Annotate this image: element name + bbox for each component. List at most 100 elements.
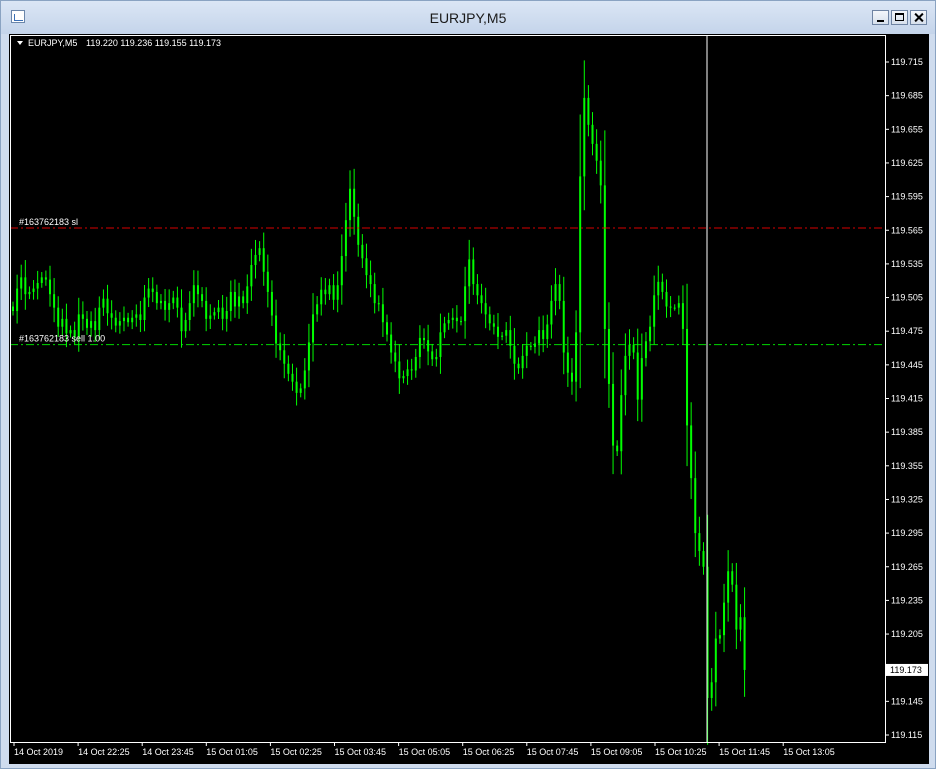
candle	[275, 299, 278, 358]
minimize-button[interactable]	[872, 10, 889, 25]
candle	[390, 322, 393, 364]
candle	[616, 440, 619, 457]
candle	[423, 328, 425, 349]
x-tick-label: 15 Oct 03:45	[335, 747, 387, 757]
candle	[554, 268, 557, 316]
candle	[246, 274, 249, 314]
candle	[192, 270, 195, 317]
candle	[718, 629, 721, 644]
candle	[201, 287, 204, 308]
chart-window: EURJPY,M5 #163762183 sl #163762183 sell 1…	[0, 0, 936, 769]
candle	[242, 290, 245, 309]
y-tick-label: 119.145	[891, 696, 923, 706]
candle	[677, 295, 680, 315]
candle	[221, 294, 224, 331]
y-tick-label: 119.715	[891, 57, 923, 67]
candle	[669, 296, 672, 318]
candle	[468, 239, 471, 304]
candle	[505, 322, 508, 343]
candle	[690, 402, 693, 499]
candle	[164, 289, 167, 321]
candle	[579, 114, 582, 389]
candle	[229, 280, 232, 322]
candle	[739, 604, 742, 642]
candle	[32, 279, 35, 300]
candle	[410, 358, 413, 380]
window-title: EURJPY,M5	[429, 10, 507, 26]
maximize-button[interactable]	[891, 10, 908, 25]
chart-menu-arrow-icon[interactable]	[17, 41, 23, 45]
candle	[180, 289, 183, 348]
candle	[723, 583, 726, 653]
candle	[612, 352, 615, 475]
candle	[386, 314, 389, 342]
candle	[225, 296, 228, 332]
x-tick-label: 15 Oct 10:25	[655, 747, 707, 757]
candle	[632, 337, 635, 360]
y-tick-label: 119.655	[891, 124, 923, 134]
candle	[85, 311, 88, 335]
candle	[258, 241, 261, 262]
candle	[57, 296, 60, 337]
candle	[381, 287, 384, 337]
candle	[681, 285, 684, 345]
symbol-label: EURJPY,M5	[28, 38, 77, 48]
candle	[328, 278, 331, 301]
candle	[233, 279, 236, 318]
candle	[213, 307, 216, 320]
candle	[496, 313, 499, 350]
candle	[628, 329, 631, 370]
candle	[307, 323, 310, 388]
order-level-label: #163762183 sl	[19, 217, 78, 227]
candle	[266, 254, 269, 308]
candle	[209, 304, 212, 330]
y-tick-label: 119.205	[891, 629, 923, 639]
candle	[106, 284, 109, 326]
title-bar[interactable]: EURJPY,M5	[1, 1, 935, 34]
candle	[394, 340, 397, 373]
candle	[653, 275, 656, 345]
candle	[369, 260, 372, 298]
candle	[135, 304, 138, 327]
chart-area[interactable]: #163762183 sl #163762183 sell 1.00 119.71…	[9, 34, 929, 764]
price-chart[interactable]: #163762183 sl #163762183 sell 1.00 119.71…	[9, 34, 929, 764]
x-tick-label: 14 Oct 2019	[14, 747, 63, 757]
candle	[53, 278, 56, 323]
candle	[196, 270, 199, 308]
order-level-label: #163762183 sell 1.00	[19, 334, 105, 344]
x-tick-label: 15 Oct 02:25	[270, 747, 322, 757]
candle	[686, 283, 689, 467]
y-tick-label: 119.595	[891, 192, 923, 202]
close-button[interactable]	[910, 10, 927, 25]
candle	[48, 265, 51, 307]
candle	[217, 300, 220, 319]
candle	[118, 312, 121, 334]
candle	[36, 270, 39, 300]
candle	[455, 305, 458, 333]
candle	[357, 203, 360, 257]
candle	[599, 140, 602, 204]
candle	[139, 300, 142, 333]
plot-frame	[10, 35, 886, 743]
candle	[40, 272, 43, 288]
candle	[172, 290, 175, 310]
candle	[254, 239, 257, 279]
candle	[566, 336, 569, 387]
y-tick-label: 119.265	[891, 562, 923, 572]
candle	[731, 563, 734, 592]
candle	[587, 85, 590, 137]
candle	[694, 451, 697, 558]
y-tick-label: 119.475	[891, 326, 923, 336]
candle	[583, 60, 586, 211]
candle	[525, 332, 528, 369]
candle	[102, 289, 105, 316]
candle	[299, 383, 302, 398]
candle	[406, 359, 409, 385]
candle	[665, 279, 668, 318]
candle	[418, 325, 421, 369]
candle	[20, 264, 23, 300]
y-tick-label: 119.325	[891, 494, 923, 504]
x-tick-label: 14 Oct 23:45	[142, 747, 194, 757]
candle	[464, 266, 467, 339]
candle	[373, 272, 376, 314]
